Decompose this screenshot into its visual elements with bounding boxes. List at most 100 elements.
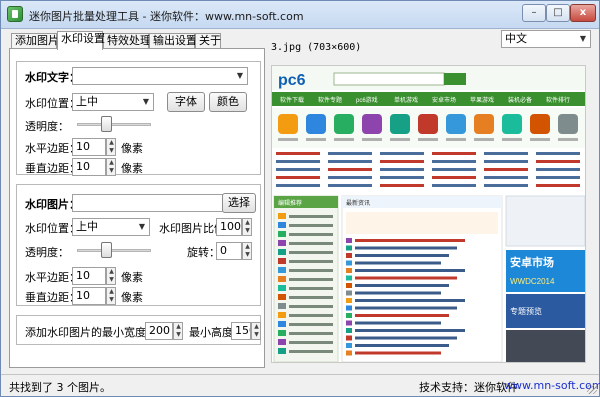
site-sidebar-icon [278, 240, 286, 246]
spin-up-icon[interactable]: ▲ [108, 139, 115, 147]
spin-down-icon[interactable]: ▼ [108, 296, 115, 304]
site-app-icon [474, 114, 494, 134]
image-preview: pc6 软件下载 软件专题 pc6游戏 单机游戏 安卓市场 苹果游戏 装机必备 软件排行 编辑… [271, 65, 586, 363]
spin-down-icon[interactable]: ▼ [108, 167, 115, 175]
site-news-icon [346, 260, 352, 266]
site-news-line [355, 276, 457, 280]
tab-output-settings[interactable]: 输出设置 [149, 33, 197, 49]
title-bar: 迷你图片批量处理工具 - 迷你软件：www.mn-soft.com – □ x [1, 1, 599, 29]
site-news-line [355, 344, 449, 347]
site-sidebar-icon [278, 303, 286, 309]
watermark-text-v-margin-input[interactable]: 10 [72, 158, 106, 176]
tab-effects[interactable]: 特效处理 [103, 33, 151, 49]
watermark-image-v-margin-spinner[interactable]: ▲ ▼ [106, 287, 116, 305]
spin-down-icon[interactable]: ▼ [244, 251, 251, 259]
watermark-image-position-select[interactable]: 上中 ▼ [72, 218, 150, 236]
watermark-image-h-margin-input[interactable]: 10 [72, 267, 106, 285]
site-link-line [484, 168, 528, 171]
support-link[interactable]: www.mn-soft.com [504, 379, 600, 392]
site-sidebar-line [289, 341, 333, 344]
chevron-down-icon: ▼ [142, 97, 150, 106]
spin-up-icon[interactable]: ▲ [108, 288, 115, 296]
min-height-input[interactable]: 150 [231, 322, 251, 340]
min-width-label: 添加水印图片的最小宽度： [25, 326, 157, 339]
watermark-text-group: 水印文字： ▼ 水印位置： 上中 ▼ 字体 颜色 透明度： 水平边距： 10 ▲… [16, 61, 261, 176]
watermark-image-position-value: 上中 [76, 220, 98, 233]
spin-up-icon[interactable]: ▲ [253, 323, 260, 331]
language-value: 中文 [505, 32, 527, 45]
site-app-icon [530, 114, 550, 134]
watermark-text-h-margin-input[interactable]: 10 [72, 138, 106, 156]
site-news-icon [346, 238, 352, 243]
site-app-caption [558, 138, 578, 141]
rotate-input[interactable]: 0 [216, 242, 242, 260]
spin-up-icon[interactable]: ▲ [108, 159, 115, 167]
site-app-icon [446, 114, 466, 134]
rotate-spinner[interactable]: ▲ ▼ [242, 242, 252, 260]
status-message: 共找到了 3 个图片。 [9, 381, 111, 394]
site-app-caption [390, 138, 410, 141]
site-sidebar-icon [278, 267, 286, 273]
min-height-spinner[interactable]: ▲ ▼ [251, 322, 261, 340]
site-link-line [484, 184, 528, 187]
chevron-down-icon: ▼ [579, 34, 587, 43]
spin-up-icon[interactable]: ▲ [244, 219, 251, 227]
site-link-line [328, 160, 372, 163]
watermark-image-ratio-spinner[interactable]: ▲ ▼ [242, 218, 252, 236]
min-width-input[interactable]: 200 [145, 322, 173, 340]
site-news-line [355, 314, 449, 317]
chevron-down-icon: ▼ [236, 71, 244, 80]
watermark-image-h-margin-spinner[interactable]: ▲ ▼ [106, 267, 116, 285]
site-link-line [432, 184, 476, 187]
close-button[interactable]: x [570, 4, 596, 22]
site-sidebar-line [289, 323, 333, 326]
watermark-image-v-margin-input[interactable]: 10 [72, 287, 106, 305]
spin-down-icon[interactable]: ▼ [108, 147, 115, 155]
site-link-line [276, 152, 320, 155]
spin-up-icon[interactable]: ▲ [108, 268, 115, 276]
watermark-text-opacity-slider[interactable] [77, 116, 151, 132]
site-news-icon [346, 343, 352, 348]
site-app-caption [446, 138, 466, 141]
spin-up-icon[interactable]: ▲ [175, 323, 182, 331]
spin-up-icon[interactable]: ▲ [244, 243, 251, 251]
font-button[interactable]: 字体 [167, 92, 205, 112]
site-app-caption [334, 138, 354, 141]
slider-thumb[interactable] [101, 116, 112, 132]
slider-track [77, 249, 151, 252]
site-banner-sub: WWDC2014 [510, 277, 555, 286]
tab-add-images[interactable]: 添加图片 [11, 33, 59, 49]
watermark-text-input[interactable]: ▼ [72, 67, 248, 85]
site-nav-item: 单机游戏 [394, 96, 418, 104]
min-width-spinner[interactable]: ▲ ▼ [173, 322, 183, 340]
watermark-text-v-margin-spinner[interactable]: ▲ ▼ [106, 158, 116, 176]
watermark-image-path-input[interactable] [72, 194, 242, 212]
watermark-image-opacity-slider[interactable] [77, 242, 151, 258]
spin-down-icon[interactable]: ▼ [175, 331, 182, 339]
site-sidebar-line [289, 305, 333, 308]
minimize-button[interactable]: – [522, 4, 546, 22]
spin-down-icon[interactable]: ▼ [253, 331, 260, 339]
site-news-line [355, 284, 449, 287]
site-link-line [484, 152, 528, 155]
spin-down-icon[interactable]: ▼ [108, 276, 115, 284]
site-banner-title: 安卓市场 [510, 255, 554, 269]
site-app-icon [334, 114, 354, 134]
slider-thumb[interactable] [101, 242, 112, 258]
resize-grip[interactable] [587, 384, 597, 394]
maximize-button[interactable]: □ [546, 4, 570, 22]
tab-watermark-settings[interactable]: 水印设置 [57, 31, 105, 50]
color-button[interactable]: 颜色 [209, 92, 247, 112]
site-news-line [355, 261, 441, 265]
watermark-text-h-margin-spinner[interactable]: ▲ ▼ [106, 138, 116, 156]
watermark-image-ratio-input[interactable]: 100 [216, 218, 242, 236]
language-select[interactable]: 中文 ▼ [501, 30, 591, 48]
site-sidebar-icon [278, 312, 286, 318]
watermark-text-position-select[interactable]: 上中 ▼ [72, 93, 154, 111]
site-news-icon [346, 298, 352, 303]
site-link-line [276, 184, 320, 187]
spin-down-icon[interactable]: ▼ [244, 227, 251, 235]
site-app-icon [278, 114, 298, 134]
tab-about[interactable]: 关于 [195, 33, 221, 49]
select-image-button[interactable]: 选择 [222, 193, 256, 213]
